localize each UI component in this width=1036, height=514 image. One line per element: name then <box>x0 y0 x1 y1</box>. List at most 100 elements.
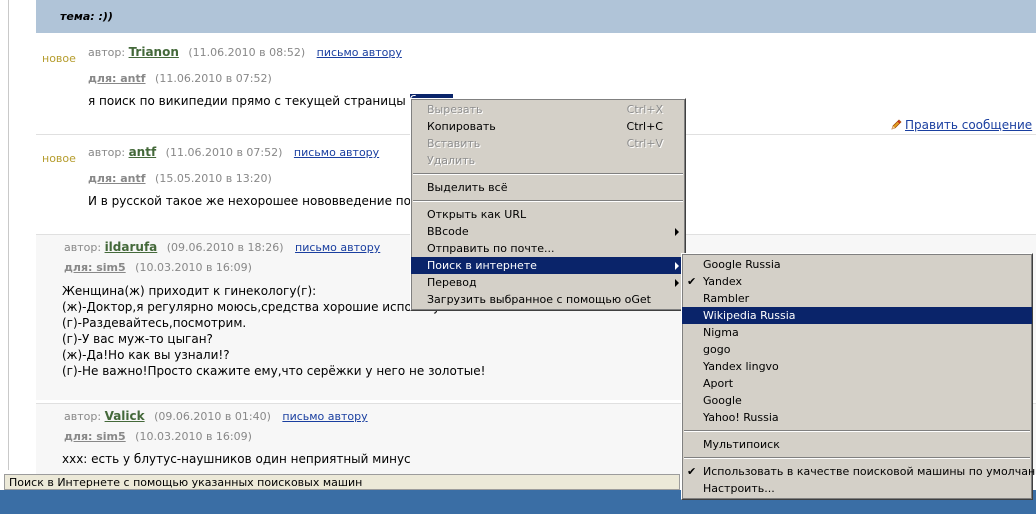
menu-item-label: Загрузить выбранное с помощью oGet <box>427 293 651 306</box>
mail-author-link[interactable]: письмо автору <box>282 410 367 423</box>
search-engine-aport[interactable]: Aport <box>682 375 1032 392</box>
checkmark-icon: ✔ <box>687 275 697 288</box>
menu-item-label: Настроить... <box>703 482 775 495</box>
search-engine-google[interactable]: Google <box>682 392 1032 409</box>
menu-item-configure[interactable]: Настроить... <box>682 480 1032 497</box>
menu-item-label: Wikipedia Russia <box>703 309 796 322</box>
search-engine-yandex[interactable]: ✔ Yandex <box>682 273 1032 290</box>
reply-to-link[interactable]: для: sim5 <box>64 261 126 274</box>
menu-separator <box>684 457 1030 459</box>
post-line: (г)-Раздевайтесь,посмотрим. <box>62 316 247 330</box>
menu-item-label: Yandex <box>703 275 742 288</box>
search-engine-nigma[interactable]: Nigma <box>682 324 1032 341</box>
menu-item-label: BBcode <box>427 225 469 238</box>
post-date: (11.06.2010 в 08:52) <box>188 46 306 59</box>
menu-item-label: Поиск в интернете <box>427 259 537 272</box>
menu-item-label: Nigma <box>703 326 739 339</box>
left-border <box>8 0 9 470</box>
menu-item-label: gogo <box>703 343 731 356</box>
mail-author-link[interactable]: письмо автору <box>295 241 380 254</box>
menu-item-label: Открыть как URL <box>427 208 527 221</box>
edit-message-link[interactable]: Править сообщение <box>890 118 1032 132</box>
menu-item-label: Google Russia <box>703 258 781 271</box>
reply-meta: для: sim5 (10.03.2010 в 16:09) <box>64 430 252 443</box>
reply-date: (10.03.2010 в 16:09) <box>135 430 252 443</box>
search-engine-rambler[interactable]: Rambler <box>682 290 1032 307</box>
reply-to-link[interactable]: для: sim5 <box>64 430 126 443</box>
post-line: (ж)-Да!Но как вы узнали!? <box>62 348 230 362</box>
reply-meta: для: antf (11.06.2010 в 07:52) <box>88 72 272 85</box>
reply-meta: для: antf (15.05.2010 в 13:20) <box>88 172 272 185</box>
menu-item-select-all[interactable]: Выделить всё <box>411 179 685 196</box>
post-line: (г)-У вас муж-то цыган? <box>62 332 213 346</box>
menu-shortcut: Ctrl+V <box>626 137 663 150</box>
reply-date: (11.06.2010 в 07:52) <box>155 72 272 85</box>
author-link[interactable]: Trianon <box>129 45 179 59</box>
reply-date: (10.03.2010 в 16:09) <box>135 261 252 274</box>
reply-meta: для: sim5 (10.03.2010 в 16:09) <box>64 261 252 274</box>
author-prefix: автор: <box>88 146 126 159</box>
author-link[interactable]: ildarufa <box>105 240 158 254</box>
post-text-part: я поиск по википедии прямо с текущей стр… <box>88 94 410 108</box>
menu-item-label: Вырезать <box>427 103 483 116</box>
reply-to-link[interactable]: для: antf <box>88 172 146 185</box>
menu-item-label: Yandex lingvo <box>703 360 779 373</box>
menu-item-send-mail[interactable]: Отправить по почте... <box>411 240 685 257</box>
menu-item-label: Мультипоиск <box>703 438 780 451</box>
pencil-icon <box>891 119 902 130</box>
post-text: И в русской такое же нехорошее нововведе… <box>88 194 462 208</box>
menu-item-label: Использовать в качестве поисковой машины… <box>703 465 1036 478</box>
menu-item-label: Вставить <box>427 137 481 150</box>
menu-item-multisearch[interactable]: Мультипоиск <box>682 436 1032 453</box>
menu-item-label: Выделить всё <box>427 181 508 194</box>
reply-to-link[interactable]: для: antf <box>88 72 146 85</box>
menu-item-label: Перевод <box>427 276 477 289</box>
menu-separator <box>413 200 683 202</box>
menu-item-translate[interactable]: Перевод <box>411 274 685 291</box>
post-date: (11.06.2010 в 07:52) <box>165 146 283 159</box>
mail-author-link[interactable]: письмо автору <box>294 146 379 159</box>
menu-item-paste[interactable]: Вставить Ctrl+V <box>411 135 685 152</box>
menu-item-label: Aport <box>703 377 734 390</box>
menu-separator <box>684 430 1030 432</box>
menu-item-open-url[interactable]: Открыть как URL <box>411 206 685 223</box>
search-engine-wikipedia-russia[interactable]: Wikipedia Russia <box>682 307 1032 324</box>
new-badge: новое <box>42 152 76 165</box>
topic-title: тема: :)) <box>60 10 113 23</box>
search-engine-yandex-lingvo[interactable]: Yandex lingvo <box>682 358 1032 375</box>
edit-message-label: Править сообщение <box>905 118 1033 132</box>
reply-date: (15.05.2010 в 13:20) <box>155 172 272 185</box>
menu-shortcut: Ctrl+C <box>626 120 663 133</box>
post-date: (09.06.2010 в 01:40) <box>154 410 271 423</box>
submenu-arrow-icon <box>675 228 679 236</box>
new-badge: новое <box>42 52 76 65</box>
menu-separator <box>413 173 683 175</box>
mail-author-link[interactable]: письмо автору <box>317 46 402 59</box>
post-text: ххх: есть у блутус-наушников один неприя… <box>62 452 411 466</box>
checkmark-icon: ✔ <box>687 465 697 478</box>
post-line: (г)-Не важно!Просто скажите ему,что серё… <box>62 364 486 378</box>
menu-item-use-as-default[interactable]: ✔ Использовать в качестве поисковой машин… <box>682 463 1036 480</box>
author-prefix: автор: <box>64 241 102 254</box>
submenu-arrow-icon <box>675 279 679 287</box>
menu-item-label: Google <box>703 394 742 407</box>
menu-item-oget-download[interactable]: Загрузить выбранное с помощью oGet <box>411 291 685 308</box>
menu-item-copy[interactable]: Копировать Ctrl+C <box>411 118 685 135</box>
author-link[interactable]: antf <box>129 145 157 159</box>
menu-item-label: Отправить по почте... <box>427 242 555 255</box>
search-engine-gogo[interactable]: gogo <box>682 341 1032 358</box>
search-engine-google-russia[interactable]: Google Russia <box>682 256 1032 273</box>
submenu-arrow-icon <box>675 262 679 270</box>
context-menu: Вырезать Ctrl+X Копировать Ctrl+C Вставить… <box>410 98 686 311</box>
menu-item-web-search[interactable]: Поиск в интернете <box>411 257 685 274</box>
menu-item-cut[interactable]: Вырезать Ctrl+X <box>411 101 685 118</box>
menu-item-delete[interactable]: Удалить <box>411 152 685 169</box>
search-engine-yahoo-russia[interactable]: Yahoo! Russia <box>682 409 1032 426</box>
author-prefix: автор: <box>88 46 126 59</box>
menu-item-bbcode[interactable]: BBcode <box>411 223 685 240</box>
author-link[interactable]: Valick <box>105 409 145 423</box>
status-bar: Поиск в Интернете с помощью указанных по… <box>4 474 680 490</box>
menu-item-label: Удалить <box>427 154 476 167</box>
menu-shortcut: Ctrl+X <box>626 103 663 116</box>
menu-item-label: Копировать <box>427 120 496 133</box>
